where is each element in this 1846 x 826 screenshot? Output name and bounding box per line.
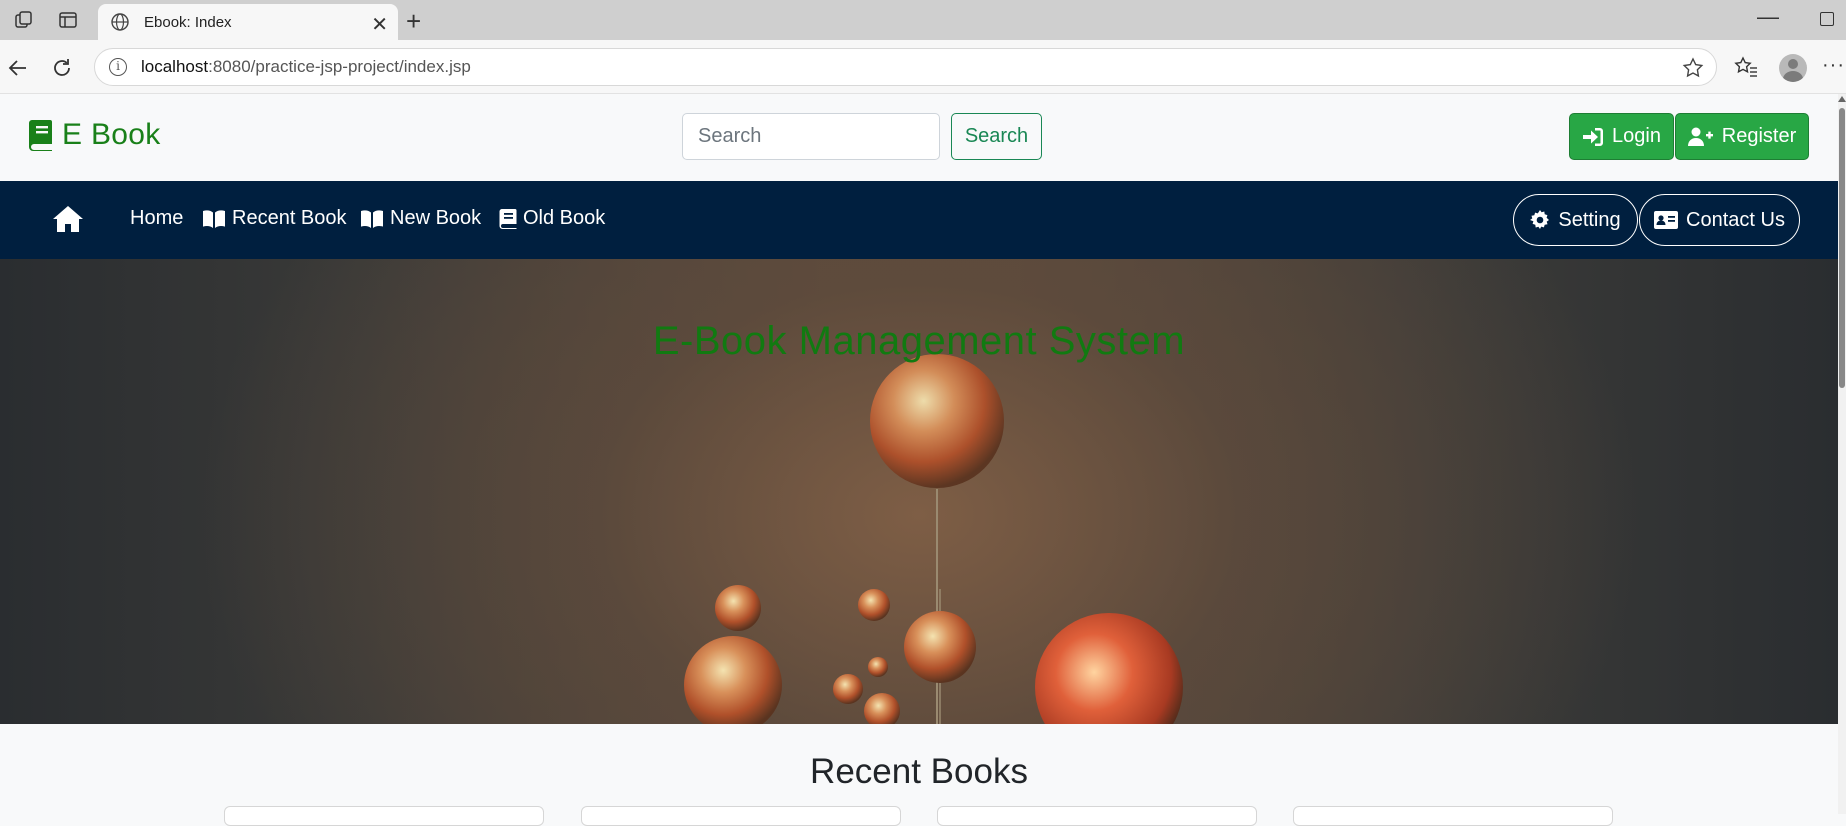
nav-old-book[interactable]: Old Book bbox=[499, 207, 605, 230]
login-button[interactable]: Login bbox=[1569, 113, 1674, 160]
site-header: E Book Search Login Register bbox=[0, 94, 1838, 181]
setting-button[interactable]: Setting bbox=[1513, 194, 1638, 246]
url-field[interactable]: i localhost:8080/practice-jsp-project/in… bbox=[94, 48, 1717, 86]
sign-in-icon bbox=[1583, 127, 1604, 146]
brand-name: E Book bbox=[62, 118, 161, 151]
register-label: Register bbox=[1721, 125, 1797, 147]
nav-new-book[interactable]: New Book bbox=[360, 207, 481, 230]
brand-logo[interactable]: E Book bbox=[28, 118, 161, 152]
home-icon[interactable] bbox=[52, 205, 84, 238]
nav-recent-book[interactable]: Recent Book bbox=[202, 207, 347, 230]
more-options-icon[interactable]: ··· bbox=[1822, 54, 1845, 77]
book-card[interactable] bbox=[581, 806, 901, 826]
profile-avatar[interactable] bbox=[1779, 54, 1807, 82]
book-card[interactable] bbox=[1293, 806, 1613, 826]
user-plus-icon bbox=[1687, 127, 1713, 146]
globe-icon bbox=[111, 13, 129, 31]
contact-us-label: Contact Us bbox=[1686, 208, 1785, 231]
tab-actions-icon[interactable] bbox=[54, 8, 82, 32]
search-input[interactable] bbox=[682, 113, 940, 160]
favorite-star-icon[interactable] bbox=[1682, 57, 1704, 84]
close-tab-icon[interactable]: ✕ bbox=[371, 12, 388, 37]
browser-tab-active[interactable]: Ebook: Index ✕ bbox=[98, 4, 398, 40]
recent-books-heading: Recent Books bbox=[810, 752, 1028, 791]
tab-title: Ebook: Index bbox=[144, 13, 232, 31]
book-card[interactable] bbox=[224, 806, 544, 826]
page-scrollbar[interactable] bbox=[1838, 94, 1846, 814]
favorites-icon[interactable] bbox=[1734, 56, 1758, 83]
book-icon bbox=[29, 120, 52, 151]
gear-icon bbox=[1530, 210, 1550, 229]
new-tab-icon[interactable]: + bbox=[406, 6, 421, 37]
url-host: localhost bbox=[141, 57, 209, 76]
book-card[interactable] bbox=[937, 806, 1257, 826]
back-icon[interactable] bbox=[4, 54, 32, 82]
minimize-icon[interactable]: — bbox=[1757, 4, 1779, 30]
address-card-icon bbox=[1654, 211, 1679, 229]
book-icon bbox=[499, 208, 517, 229]
site-info-icon[interactable]: i bbox=[109, 58, 127, 76]
workspaces-icon[interactable] bbox=[10, 8, 38, 32]
maximize-icon[interactable] bbox=[1820, 12, 1834, 26]
nav-recent-book-label: Recent Book bbox=[232, 207, 347, 229]
browser-address-bar: i localhost:8080/practice-jsp-project/in… bbox=[0, 40, 1846, 94]
scrollbar-thumb[interactable] bbox=[1839, 108, 1845, 388]
hero-banner: E-Book Management System bbox=[0, 259, 1838, 724]
register-button[interactable]: Register bbox=[1675, 113, 1809, 160]
nav-home[interactable]: Home bbox=[130, 207, 183, 230]
url-path: :8080/practice-jsp-project/index.jsp bbox=[208, 57, 471, 76]
setting-label: Setting bbox=[1558, 208, 1621, 231]
search-button[interactable]: Search bbox=[951, 113, 1042, 160]
book-open-icon bbox=[203, 209, 225, 228]
nav-home-label: Home bbox=[130, 207, 184, 229]
hero-title: E-Book Management System bbox=[652, 319, 1186, 363]
reload-icon[interactable] bbox=[48, 54, 76, 82]
nav-old-book-label: Old Book bbox=[523, 207, 606, 229]
contact-us-button[interactable]: Contact Us bbox=[1639, 194, 1800, 246]
browser-tab-bar: Ebook: Index ✕ + — bbox=[0, 0, 1846, 40]
login-label: Login bbox=[1612, 125, 1661, 147]
nav-new-book-label: New Book bbox=[390, 207, 482, 229]
main-navbar: Home Recent Book New Book Old Book Setti… bbox=[0, 181, 1838, 259]
scroll-up-icon[interactable] bbox=[1838, 96, 1846, 102]
book-open-icon bbox=[361, 209, 383, 228]
